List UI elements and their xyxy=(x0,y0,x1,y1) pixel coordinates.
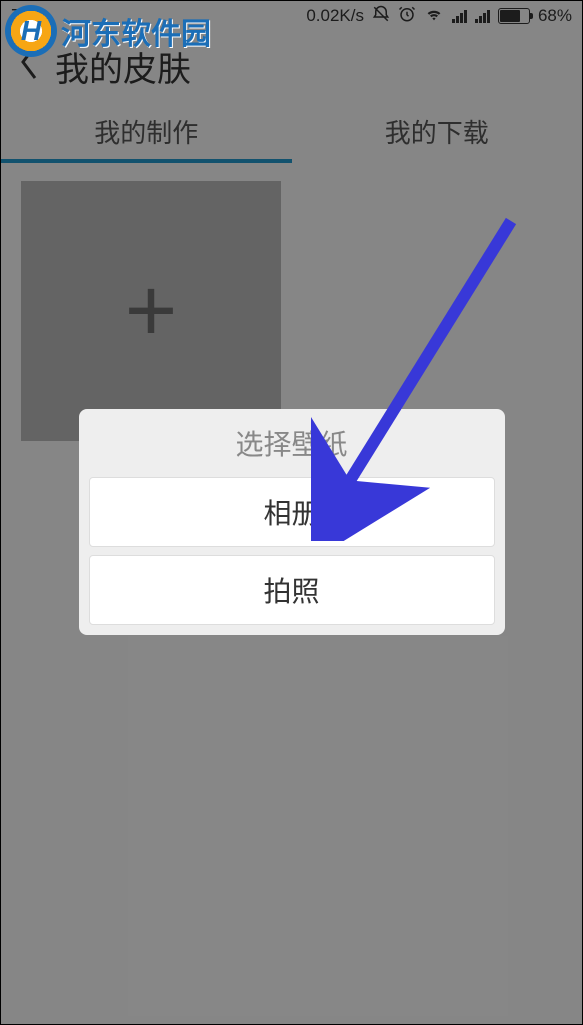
option-label: 相册 xyxy=(263,492,319,532)
wallpaper-dialog: 选择壁纸 相册 拍照 xyxy=(79,409,505,635)
watermark-text: 河东软件园 xyxy=(61,9,211,53)
option-album-button[interactable]: 相册 xyxy=(89,477,495,547)
watermark: 河东软件园 xyxy=(5,5,211,57)
option-camera-button[interactable]: 拍照 xyxy=(89,555,495,625)
watermark-logo-icon xyxy=(5,5,57,57)
dialog-title: 选择壁纸 xyxy=(89,423,495,463)
option-label: 拍照 xyxy=(263,570,319,610)
